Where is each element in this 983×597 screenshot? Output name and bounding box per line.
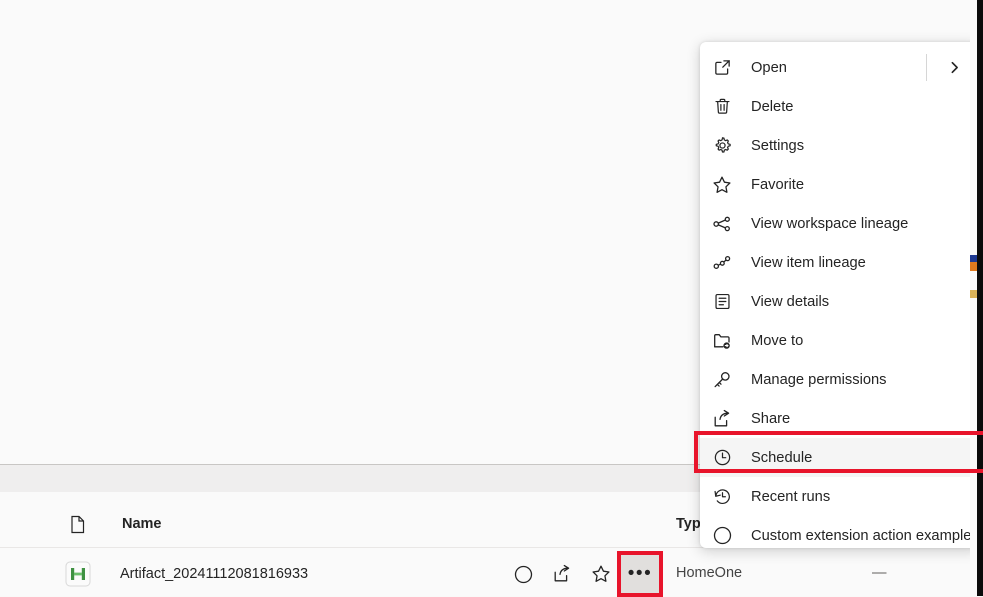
menu-item-label: Recent runs	[751, 488, 831, 505]
more-options-icon[interactable]: •••	[620, 554, 660, 594]
menu-item-delete[interactable]: Delete	[700, 87, 980, 126]
workspace-lineage-icon	[708, 210, 736, 238]
circle-icon[interactable]	[509, 560, 537, 588]
menu-item-label: Open	[751, 59, 787, 76]
history-icon	[708, 483, 736, 511]
menu-item-label: Favorite	[751, 176, 805, 193]
document-icon	[69, 515, 86, 534]
menu-item-schedule[interactable]: Schedule	[700, 438, 980, 477]
menu-item-label: Delete	[751, 98, 794, 115]
menu-item-move-to[interactable]: Move to	[700, 321, 980, 360]
column-header-type[interactable]: Typ	[676, 516, 701, 532]
menu-item-share[interactable]: Share	[700, 399, 980, 438]
favorite-star-icon[interactable]	[587, 560, 615, 588]
menu-item-view-item-lineage[interactable]: View item lineage	[700, 243, 980, 282]
menu-item-label: Settings	[751, 137, 805, 154]
menu-item-label: Share	[751, 410, 791, 427]
menu-item-manage-permissions[interactable]: Manage permissions	[700, 360, 980, 399]
menu-item-label: Schedule	[751, 449, 813, 466]
menu-item-view-workspace-lineage[interactable]: View workspace lineage	[700, 204, 980, 243]
right-edge-marker	[970, 255, 977, 271]
cell-item-name[interactable]: Artifact_20241112081816933	[120, 566, 308, 582]
menu-item-settings[interactable]: Settings	[700, 126, 980, 165]
menu-item-open[interactable]: Open	[700, 48, 980, 87]
share-icon	[708, 405, 736, 433]
menu-item-label: View workspace lineage	[751, 215, 909, 232]
menu-item-label: Move to	[751, 332, 804, 349]
chevron-right-icon[interactable]	[948, 48, 961, 87]
item-lineage-icon	[708, 249, 736, 277]
submenu-divider	[926, 54, 927, 81]
circle-icon	[708, 522, 736, 550]
gear-icon	[708, 132, 736, 160]
menu-item-label: View details	[751, 293, 830, 310]
cell-refreshed: —	[872, 565, 887, 581]
menu-item-view-details[interactable]: View details	[700, 282, 980, 321]
cell-workspace: HomeOne	[676, 565, 743, 581]
right-edge-strip	[977, 0, 983, 596]
right-edge-marker-secondary	[970, 290, 977, 298]
details-icon	[708, 288, 736, 316]
menu-item-recent-runs[interactable]: Recent runs	[700, 477, 980, 516]
menu-item-label: Manage permissions	[751, 371, 887, 388]
column-header-name[interactable]: Name	[122, 516, 162, 532]
menu-item-favorite[interactable]: Favorite	[700, 165, 980, 204]
open-external-icon	[708, 54, 736, 82]
artifact-green-icon	[65, 561, 91, 587]
trash-icon	[708, 93, 736, 121]
star-icon	[708, 171, 736, 199]
clock-icon	[708, 444, 736, 472]
share-icon[interactable]	[548, 560, 576, 588]
key-icon	[708, 366, 736, 394]
context-menu[interactable]: Open Delete Settings Favorite View works…	[700, 42, 980, 548]
menu-item-label: Custom extension action example	[751, 527, 972, 544]
menu-item-custom-extension-action-example[interactable]: Custom extension action example	[700, 516, 980, 555]
move-to-folder-icon	[708, 327, 736, 355]
right-edge-gap	[970, 0, 977, 596]
page-canvas: Name Typ Artifact_20241112081816933 Home…	[0, 0, 983, 597]
menu-item-label: View item lineage	[751, 254, 866, 271]
